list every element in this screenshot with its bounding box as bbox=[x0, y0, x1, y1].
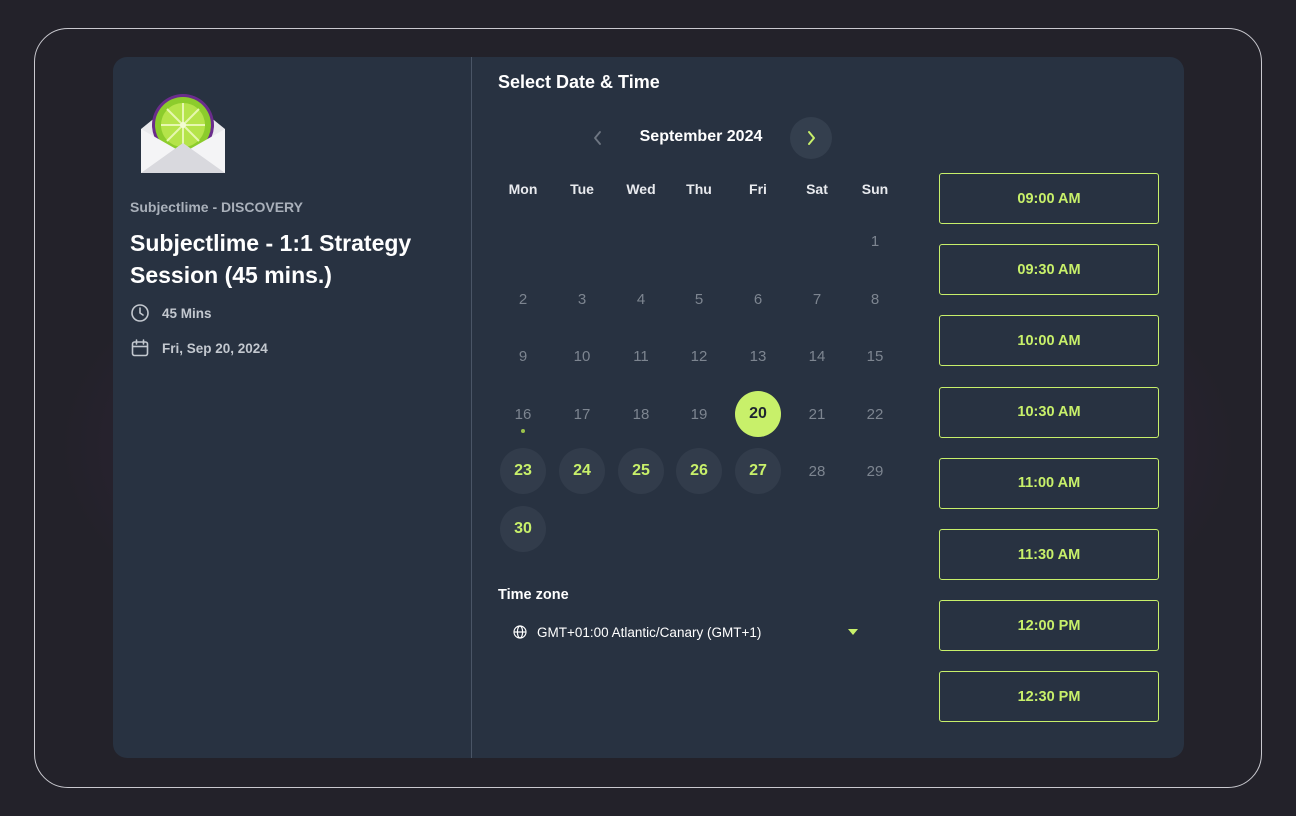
calendar-day-28: 28 bbox=[808, 462, 826, 480]
calendar-day-11: 11 bbox=[633, 347, 649, 365]
time-slot-button[interactable]: 09:30 AM bbox=[939, 244, 1159, 296]
calendar-day-18: 18 bbox=[632, 405, 650, 423]
month-navigation: September 2024 bbox=[583, 117, 833, 159]
calendar-day-8: 8 bbox=[870, 290, 880, 308]
event-title: Subjectlime - 1:1 Strategy Session (45 m… bbox=[130, 230, 412, 288]
weekday-sun: Sun bbox=[861, 181, 889, 197]
time-slot-button[interactable]: 10:00 AM bbox=[939, 315, 1159, 367]
calendar-day-4: 4 bbox=[636, 290, 646, 308]
organization-label: Subjectlime - DISCOVERY bbox=[130, 199, 303, 215]
lime-envelope-logo bbox=[137, 87, 229, 179]
chevron-left-icon bbox=[594, 131, 601, 145]
calendar-day-23[interactable]: 23 bbox=[500, 448, 546, 494]
calendar-day-19: 19 bbox=[690, 405, 708, 423]
booking-card: Subjectlime - DISCOVERY Subjectlime - 1:… bbox=[113, 57, 1184, 758]
weekday-tue: Tue bbox=[570, 181, 594, 197]
prev-month-button[interactable] bbox=[583, 117, 613, 159]
calendar-day-29: 29 bbox=[866, 462, 884, 480]
calendar-day-13: 13 bbox=[749, 347, 767, 365]
calendar-day-15: 15 bbox=[866, 347, 884, 365]
calendar-day-10: 10 bbox=[573, 347, 591, 365]
date-info: Fri, Sep 20, 2024 bbox=[130, 338, 268, 358]
next-month-button[interactable] bbox=[790, 117, 832, 159]
globe-icon bbox=[513, 625, 527, 639]
calendar-day-27[interactable]: 27 bbox=[735, 448, 781, 494]
duration-info: 45 Mins bbox=[130, 303, 212, 323]
timezone-value: GMT+01:00 Atlantic/Canary (GMT+1) bbox=[537, 624, 762, 640]
caret-down-icon bbox=[848, 629, 858, 635]
calendar-day-25[interactable]: 25 bbox=[618, 448, 664, 494]
current-month: September 2024 bbox=[639, 128, 763, 145]
timezone-label: Time zone bbox=[498, 587, 569, 603]
calendar-day-6: 6 bbox=[753, 290, 763, 308]
calendar-day-9: 9 bbox=[518, 347, 528, 365]
time-slot-button[interactable]: 11:30 AM bbox=[939, 529, 1159, 580]
calendar-day-21: 21 bbox=[808, 405, 826, 423]
calendar-day-26[interactable]: 26 bbox=[676, 448, 722, 494]
weekday-wed: Wed bbox=[626, 181, 656, 197]
calendar-day-17: 17 bbox=[573, 405, 591, 423]
duration-text: 45 Mins bbox=[162, 305, 212, 321]
calendar-day-12: 12 bbox=[690, 347, 708, 365]
calendar-day-7: 7 bbox=[812, 290, 822, 308]
time-slot-button[interactable]: 09:00 AM bbox=[939, 173, 1159, 224]
calendar-day-3: 3 bbox=[577, 290, 587, 308]
calendar-day-14: 14 bbox=[808, 347, 826, 365]
select-date-heading: Select Date & Time bbox=[498, 72, 660, 92]
calendar-day-20[interactable]: 20 bbox=[735, 391, 781, 437]
chevron-right-icon bbox=[808, 131, 815, 145]
weekday-fri: Fri bbox=[749, 181, 767, 197]
calendar-day-1: 1 bbox=[870, 232, 880, 250]
timezone-select[interactable]: GMT+01:00 Atlantic/Canary (GMT+1) bbox=[513, 617, 858, 647]
calendar-day-22: 22 bbox=[866, 405, 884, 423]
date-text: Fri, Sep 20, 2024 bbox=[162, 340, 268, 356]
clock-icon bbox=[131, 304, 149, 322]
calendar-day-16: 16 bbox=[500, 391, 546, 437]
time-slot-button[interactable]: 12:00 PM bbox=[939, 600, 1159, 652]
weekday-sat: Sat bbox=[806, 181, 828, 197]
weekday-mon: Mon bbox=[508, 181, 538, 197]
calendar-icon bbox=[131, 339, 149, 357]
calendar-day-5: 5 bbox=[694, 290, 704, 308]
calendar-day-24[interactable]: 24 bbox=[559, 448, 605, 494]
time-slot-button[interactable]: 12:30 PM bbox=[939, 671, 1159, 723]
calendar-day-30[interactable]: 30 bbox=[500, 506, 546, 552]
today-indicator bbox=[521, 429, 525, 433]
calendar-day-2: 2 bbox=[518, 290, 528, 308]
time-slot-button[interactable]: 11:00 AM bbox=[939, 457, 1159, 509]
panel-divider bbox=[471, 57, 472, 758]
weekday-thu: Thu bbox=[686, 181, 712, 197]
time-slot-button[interactable]: 10:30 AM bbox=[939, 386, 1159, 438]
